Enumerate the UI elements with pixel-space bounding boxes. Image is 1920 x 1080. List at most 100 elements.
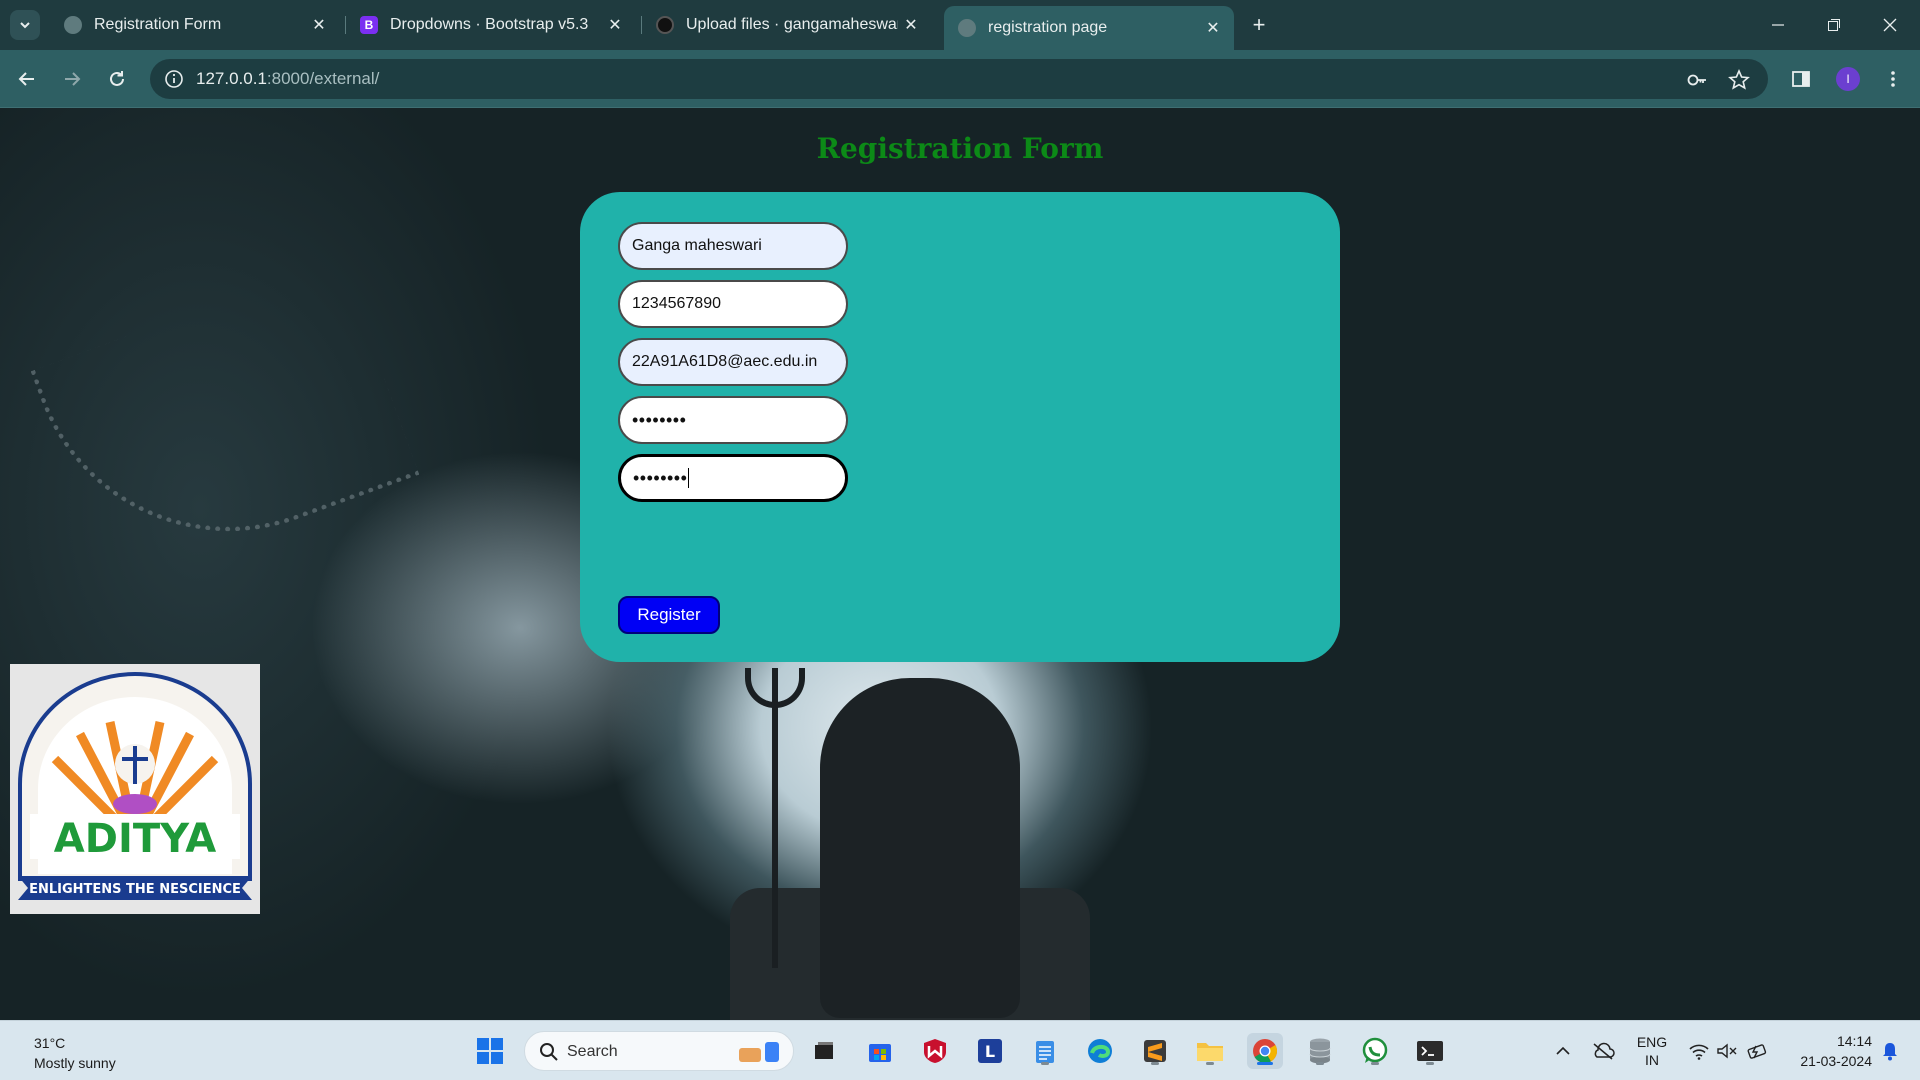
database-app-button[interactable] bbox=[1302, 1033, 1338, 1069]
store-icon bbox=[869, 1044, 891, 1062]
mcafee-button[interactable] bbox=[917, 1033, 953, 1069]
running-indicator bbox=[1371, 1062, 1379, 1065]
arrow-right-icon bbox=[65, 72, 81, 86]
onedrive-offline-button[interactable] bbox=[1588, 1021, 1618, 1080]
wifi-status[interactable] bbox=[1684, 1021, 1714, 1080]
svg-text:L: L bbox=[985, 1042, 995, 1061]
confirm-password-value: •••••••• bbox=[633, 467, 688, 488]
password-input[interactable]: •••••••• bbox=[618, 396, 848, 444]
page-viewport: Registration Form Ganga maheswari 123456… bbox=[0, 108, 1920, 1020]
back-button[interactable] bbox=[12, 64, 42, 94]
terminal-button[interactable] bbox=[1412, 1033, 1448, 1069]
start-button[interactable] bbox=[472, 1033, 508, 1069]
mcafee-shield-icon bbox=[924, 1039, 946, 1063]
side-panel-button[interactable] bbox=[1786, 64, 1816, 94]
windows-taskbar: 31°C Mostly sunny Search L ENG IN 14:14 … bbox=[0, 1020, 1920, 1080]
tab-title: Dropdowns · Bootstrap v5.3 bbox=[390, 16, 589, 33]
bootstrap-icon: B bbox=[360, 16, 378, 34]
arrow-left-icon bbox=[18, 72, 34, 86]
edge-button[interactable] bbox=[1082, 1033, 1118, 1069]
confirm-password-input[interactable]: •••••••• bbox=[618, 454, 848, 502]
restore-button[interactable] bbox=[1814, 10, 1854, 40]
tab-upload-files[interactable]: Upload files · gangamaheswari/ ✕ bbox=[642, 6, 932, 44]
password-key-icon[interactable] bbox=[1686, 69, 1708, 91]
globe-icon bbox=[958, 19, 976, 37]
globe-icon bbox=[64, 16, 82, 34]
register-button[interactable]: Register bbox=[618, 596, 720, 634]
notepad-icon bbox=[1036, 1041, 1054, 1063]
profile-avatar[interactable]: I bbox=[1836, 67, 1860, 91]
running-indicator bbox=[1316, 1062, 1324, 1065]
close-tab-icon[interactable]: ✕ bbox=[306, 12, 332, 38]
l-app-button[interactable]: L bbox=[972, 1033, 1008, 1069]
url-host: 127.0.0.1 bbox=[196, 69, 267, 88]
language-indicator[interactable]: ENG IN bbox=[1628, 1021, 1676, 1080]
running-indicator bbox=[1426, 1062, 1434, 1065]
clock[interactable]: 14:14 21-03-2024 bbox=[1780, 1021, 1872, 1080]
forward-button[interactable] bbox=[57, 64, 87, 94]
volume-status[interactable] bbox=[1714, 1021, 1740, 1080]
restore-icon bbox=[1828, 19, 1840, 31]
clock-time: 14:14 bbox=[1836, 1033, 1872, 1049]
reload-icon bbox=[110, 71, 124, 86]
browser-menu-button[interactable] bbox=[1878, 64, 1908, 94]
speaker-muted-icon bbox=[1717, 1043, 1737, 1059]
new-tab-button[interactable]: + bbox=[1246, 12, 1272, 38]
task-view-icon bbox=[815, 1042, 833, 1059]
close-tab-icon[interactable]: ✕ bbox=[1200, 15, 1226, 41]
github-icon bbox=[656, 16, 674, 34]
terminal-icon bbox=[1417, 1041, 1443, 1061]
url-text: 127.0.0.1:8000/external/ bbox=[196, 69, 379, 89]
bookmark-star-button[interactable] bbox=[1728, 69, 1750, 91]
tab-title: Upload files · gangamaheswari/ bbox=[686, 16, 898, 33]
edge-icon bbox=[1088, 1039, 1112, 1063]
close-icon bbox=[1883, 18, 1897, 32]
task-view-button[interactable] bbox=[806, 1033, 842, 1069]
taskbar-search-box[interactable]: Search bbox=[524, 1031, 794, 1071]
phone-input[interactable]: 1234567890 bbox=[618, 280, 848, 328]
text-caret bbox=[688, 468, 690, 488]
notepad-button[interactable] bbox=[1027, 1033, 1063, 1069]
database-icon bbox=[1309, 1038, 1331, 1064]
reload-button[interactable] bbox=[102, 64, 132, 94]
clock-date: 21-03-2024 bbox=[1800, 1053, 1872, 1069]
tab-registration-page[interactable]: registration page ✕ bbox=[944, 6, 1234, 50]
close-tab-icon[interactable]: ✕ bbox=[898, 12, 924, 38]
logo-tagline: ENLIGHTENS THE NESCIENCE bbox=[29, 882, 241, 897]
microsoft-store-button[interactable] bbox=[862, 1033, 898, 1069]
tab-bootstrap-dropdowns[interactable]: B Dropdowns · Bootstrap v5.3 ✕ bbox=[346, 6, 636, 44]
weather-temperature: 31°C bbox=[34, 1035, 66, 1051]
notifications-button[interactable] bbox=[1876, 1021, 1904, 1080]
site-info-icon[interactable] bbox=[164, 69, 184, 89]
close-window-button[interactable] bbox=[1870, 10, 1910, 40]
password-value: •••••••• bbox=[632, 409, 687, 430]
file-explorer-button[interactable] bbox=[1192, 1033, 1228, 1069]
chrome-button[interactable] bbox=[1247, 1033, 1283, 1069]
name-input[interactable]: Ganga maheswari bbox=[618, 222, 848, 270]
aditya-logo: ADITYA ENLIGHTENS THE NESCIENCE bbox=[10, 664, 260, 914]
minimize-icon bbox=[1772, 24, 1784, 26]
page-title: Registration Form bbox=[816, 132, 1104, 165]
running-indicator-active bbox=[1257, 1062, 1273, 1065]
sublime-text-button[interactable] bbox=[1137, 1033, 1173, 1069]
tab-search-button[interactable] bbox=[10, 10, 40, 40]
browser-tab-bar: Registration Form ✕ B Dropdowns · Bootst… bbox=[0, 0, 1920, 50]
minimize-button[interactable] bbox=[1758, 10, 1798, 40]
phone-value: 1234567890 bbox=[632, 295, 721, 312]
weather-widget[interactable]: 31°C Mostly sunny bbox=[34, 1033, 116, 1073]
tab-registration-form[interactable]: Registration Form ✕ bbox=[50, 6, 340, 44]
close-tab-icon[interactable]: ✕ bbox=[602, 12, 628, 38]
cloud-offline-icon bbox=[1593, 1042, 1615, 1060]
whatsapp-icon bbox=[1362, 1037, 1388, 1063]
running-indicator bbox=[1041, 1062, 1049, 1065]
battery-status[interactable] bbox=[1744, 1021, 1772, 1080]
show-hidden-icons-button[interactable] bbox=[1550, 1021, 1576, 1080]
wifi-icon bbox=[1689, 1044, 1709, 1060]
key-icon bbox=[1687, 74, 1706, 86]
chrome-icon bbox=[1253, 1039, 1278, 1064]
l-app-icon: L bbox=[978, 1039, 1002, 1063]
search-label: Search bbox=[567, 1043, 618, 1060]
whatsapp-button[interactable] bbox=[1357, 1033, 1393, 1069]
address-bar[interactable]: 127.0.0.1:8000/external/ bbox=[150, 59, 1768, 99]
email-input[interactable]: 22A91A61D8@aec.edu.in bbox=[618, 338, 848, 386]
